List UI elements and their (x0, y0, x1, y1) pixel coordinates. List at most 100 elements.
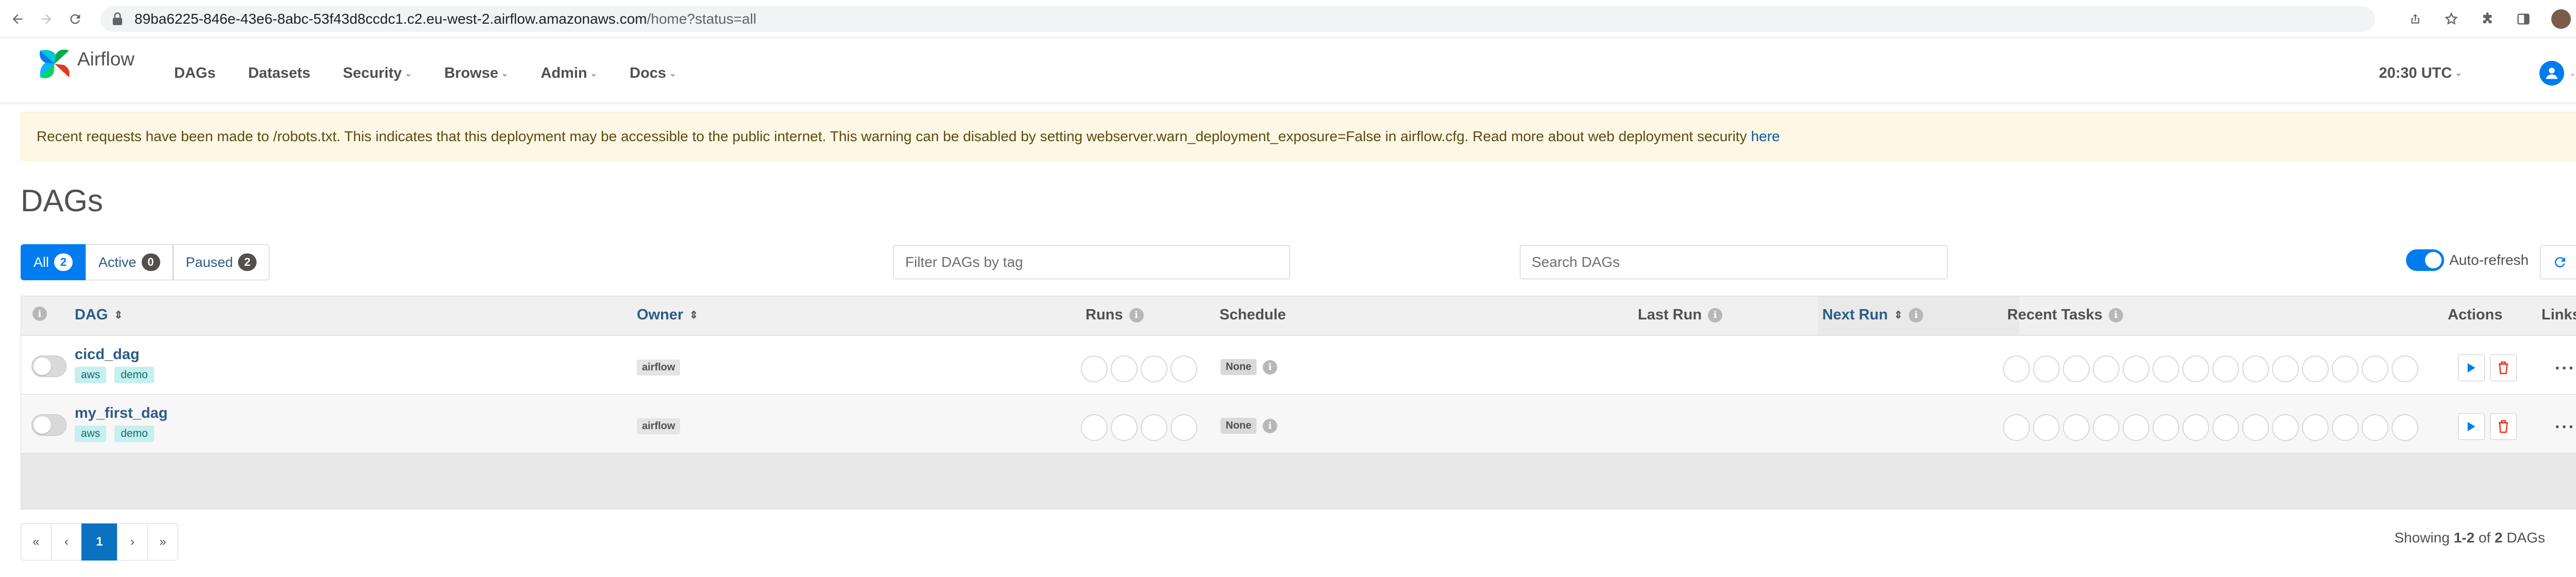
dag-tag[interactable]: demo (114, 426, 154, 442)
reload-icon[interactable] (65, 9, 86, 29)
task-state-circle[interactable] (2272, 414, 2299, 441)
nav-datasets[interactable]: Datasets (248, 65, 311, 82)
task-state-circle[interactable] (2242, 414, 2269, 441)
header-owner-label: Owner (637, 307, 684, 323)
task-state-circle[interactable] (2123, 355, 2149, 382)
header-next-run[interactable]: Next Run ⇕ i (1822, 307, 1924, 324)
run-state-circle[interactable] (1141, 414, 1167, 441)
task-state-circle[interactable] (2302, 355, 2329, 382)
sidepanel-icon[interactable] (2513, 9, 2534, 29)
run-state-circle[interactable] (1171, 355, 1197, 382)
more-links-icon[interactable]: ··· (2555, 359, 2575, 379)
header-dag[interactable]: DAG ⇕ (75, 307, 123, 324)
auto-refresh-toggle[interactable] (2406, 249, 2444, 271)
airflow-logo[interactable]: Airflow (34, 43, 134, 84)
dag-tag[interactable]: aws (75, 426, 107, 442)
next-page-button[interactable]: › (117, 523, 148, 561)
trigger-dag-button[interactable] (2458, 354, 2485, 381)
dag-tag[interactable]: demo (114, 367, 154, 383)
trigger-dag-button[interactable] (2458, 413, 2485, 440)
dag-id-link[interactable]: cicd_dag (75, 346, 140, 363)
address-bar[interactable]: 89ba6225-846e-43e6-8abc-53f43d8ccdc1.c2.… (100, 6, 2375, 32)
pause-toggle[interactable] (31, 414, 66, 436)
current-page-button[interactable]: 1 (81, 523, 117, 561)
header-owner[interactable]: Owner ⇕ (637, 307, 698, 324)
task-state-circle[interactable] (2212, 355, 2239, 382)
owner-badge[interactable]: airflow (637, 360, 681, 376)
task-state-circle[interactable] (2362, 355, 2388, 382)
alert-link[interactable]: here (1751, 128, 1780, 145)
profile-avatar[interactable] (2551, 9, 2571, 29)
nav-security[interactable]: Security ⌄ (343, 65, 412, 82)
timezone-dropdown[interactable]: 20:30 UTC ⌄ (2379, 65, 2462, 82)
run-state-circle[interactable] (1141, 355, 1167, 382)
task-state-circle[interactable] (2093, 355, 2120, 382)
chevron-down-icon[interactable]: ⌄ (2569, 68, 2576, 78)
dag-tag[interactable]: aws (75, 367, 107, 383)
task-state-circle[interactable] (2033, 414, 2060, 441)
back-icon[interactable] (7, 9, 28, 29)
tag-filter-input[interactable]: Filter DAGs by tag (893, 245, 1290, 279)
pause-toggle[interactable] (31, 355, 66, 377)
task-state-circle[interactable] (2063, 414, 2090, 441)
task-state-circle[interactable] (2272, 355, 2299, 382)
run-state-circle[interactable] (1111, 355, 1138, 382)
schedule-cell: None i (1221, 418, 1277, 434)
task-state-circle[interactable] (2182, 355, 2209, 382)
nav-admin[interactable]: Admin ⌄ (541, 65, 598, 82)
extensions-icon[interactable] (2477, 9, 2498, 29)
nav-browse[interactable]: Browse ⌄ (444, 65, 508, 82)
dag-id-link[interactable]: my_first_dag (75, 405, 168, 422)
task-state-circle[interactable] (2302, 414, 2329, 441)
task-state-circle[interactable] (2182, 414, 2209, 441)
header-next-run-label: Next Run (1822, 307, 1888, 323)
delete-dag-button[interactable] (2490, 413, 2517, 440)
showing-range: 1-2 (2453, 530, 2475, 546)
task-state-circle[interactable] (2003, 414, 2030, 441)
task-state-circle[interactable] (2242, 355, 2269, 382)
task-state-circle[interactable] (2153, 414, 2179, 441)
task-state-circle[interactable] (2332, 414, 2359, 441)
more-links-icon[interactable]: ··· (2555, 417, 2575, 437)
run-state-circle[interactable] (1171, 414, 1197, 441)
task-state-circle[interactable] (2212, 414, 2239, 441)
task-state-circle[interactable] (2033, 355, 2060, 382)
first-page-button[interactable]: « (21, 523, 52, 561)
count-badge: 2 (238, 253, 257, 271)
filter-all-button[interactable]: All 2 (21, 244, 86, 280)
task-state-circle[interactable] (2003, 355, 2030, 382)
info-icon: i (1129, 308, 1144, 323)
chevron-down-icon: ⌄ (2455, 69, 2462, 78)
task-state-circle[interactable] (2153, 355, 2179, 382)
task-state-circle[interactable] (2392, 355, 2418, 382)
delete-dag-button[interactable] (2490, 354, 2517, 381)
star-icon[interactable] (2441, 9, 2462, 29)
user-menu-icon[interactable] (2539, 61, 2564, 86)
last-page-button[interactable]: » (147, 523, 178, 561)
pagination: « ‹ 1 › » (21, 523, 178, 561)
nav-dags[interactable]: DAGs (174, 65, 216, 82)
info-icon: i (1263, 418, 1277, 433)
airflow-navbar: Airflow DAGs Datasets Security ⌄ Browse ⌄ … (0, 38, 2576, 103)
forward-icon[interactable] (36, 9, 57, 29)
task-state-circle[interactable] (2392, 414, 2418, 441)
nav-security-label: Security (343, 65, 402, 81)
refresh-button[interactable] (2540, 245, 2576, 279)
prev-page-button[interactable]: ‹ (51, 523, 82, 561)
task-state-circle[interactable] (2093, 414, 2120, 441)
task-state-circle[interactable] (2063, 355, 2090, 382)
task-state-circle[interactable] (2123, 414, 2149, 441)
task-state-circle[interactable] (2332, 355, 2359, 382)
task-state-circle[interactable] (2362, 414, 2388, 441)
owner-badge[interactable]: airflow (637, 418, 681, 434)
run-state-circle[interactable] (1081, 355, 1108, 382)
runs-status (1081, 414, 1200, 441)
header-last-run-label: Last Run (1638, 307, 1702, 323)
run-state-circle[interactable] (1111, 414, 1138, 441)
filter-paused-button[interactable]: Paused 2 (173, 244, 270, 280)
search-dags-input[interactable]: Search DAGs (1520, 245, 1947, 279)
nav-docs[interactable]: Docs ⌄ (630, 65, 676, 82)
filter-active-button[interactable]: Active 0 (86, 244, 173, 280)
run-state-circle[interactable] (1081, 414, 1108, 441)
share-icon[interactable] (2405, 9, 2426, 29)
